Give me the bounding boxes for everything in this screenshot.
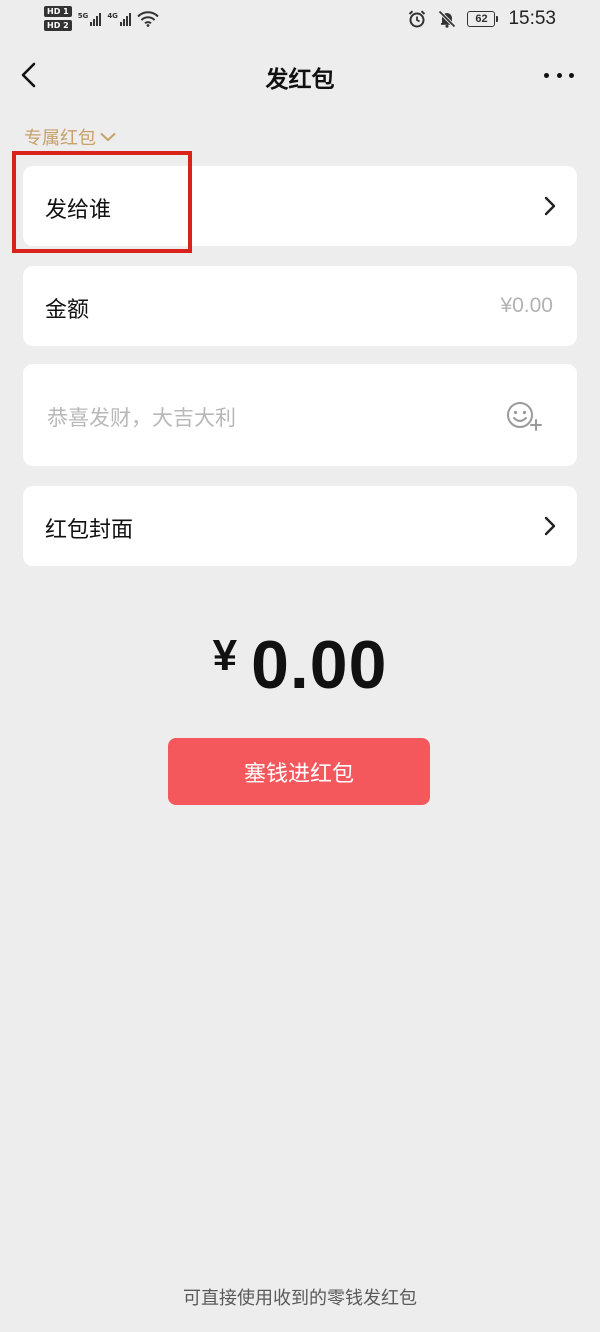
status-bar-left: HD 1 HD 2 5G 4G: [44, 6, 159, 31]
chevron-right-icon: [544, 196, 556, 216]
submit-button[interactable]: 塞钱进红包: [168, 738, 430, 805]
signal-tag: 4G: [107, 11, 118, 20]
battery-icon: 62: [467, 11, 499, 27]
packet-type-selector[interactable]: 专属红包: [24, 124, 116, 150]
cover-row[interactable]: 红包封面: [23, 486, 577, 566]
page-title: 发红包: [265, 67, 335, 93]
total-currency: ¥: [212, 631, 238, 680]
total-value: 0.00: [251, 627, 388, 703]
hd-badges: HD 1 HD 2: [44, 6, 72, 31]
more-options-icon[interactable]: [544, 66, 574, 84]
recipient-row[interactable]: 发给谁: [23, 166, 577, 246]
recipient-label: 发给谁: [45, 198, 112, 223]
footer-note: 可直接使用收到的零钱发红包: [183, 1288, 417, 1309]
nav-bar: 发红包: [0, 44, 600, 106]
emoji-icon[interactable]: [505, 400, 543, 432]
cover-label: 红包封面: [45, 518, 134, 543]
mute-bell-icon: [438, 10, 457, 28]
signal-4g-icon: 4G: [107, 12, 131, 26]
total-amount: ¥ 0.00: [0, 626, 600, 704]
amount-label: 金额: [45, 298, 90, 323]
chevron-down-icon: [100, 133, 116, 141]
greeting-row: [23, 364, 577, 466]
alarm-icon: [409, 10, 426, 28]
packet-type-label: 专属红包: [24, 128, 96, 149]
status-bar-right: 62 15:53: [407, 8, 556, 30]
status-bar: HD 1 HD 2 5G 4G 62 15:53: [0, 0, 600, 40]
status-time: 15:53: [508, 8, 556, 29]
amount-row: 金额: [23, 266, 577, 346]
hd-badge: HD 2: [44, 20, 72, 31]
battery-level: 62: [467, 11, 496, 27]
amount-input[interactable]: [351, 290, 555, 322]
signal-tag: 5G: [77, 11, 89, 20]
signal-5g-icon: 5G: [78, 12, 102, 26]
wifi-icon: [137, 10, 159, 27]
hd-badge: HD 1: [44, 6, 72, 17]
greeting-input[interactable]: [45, 400, 479, 436]
chevron-right-icon: [544, 516, 556, 536]
